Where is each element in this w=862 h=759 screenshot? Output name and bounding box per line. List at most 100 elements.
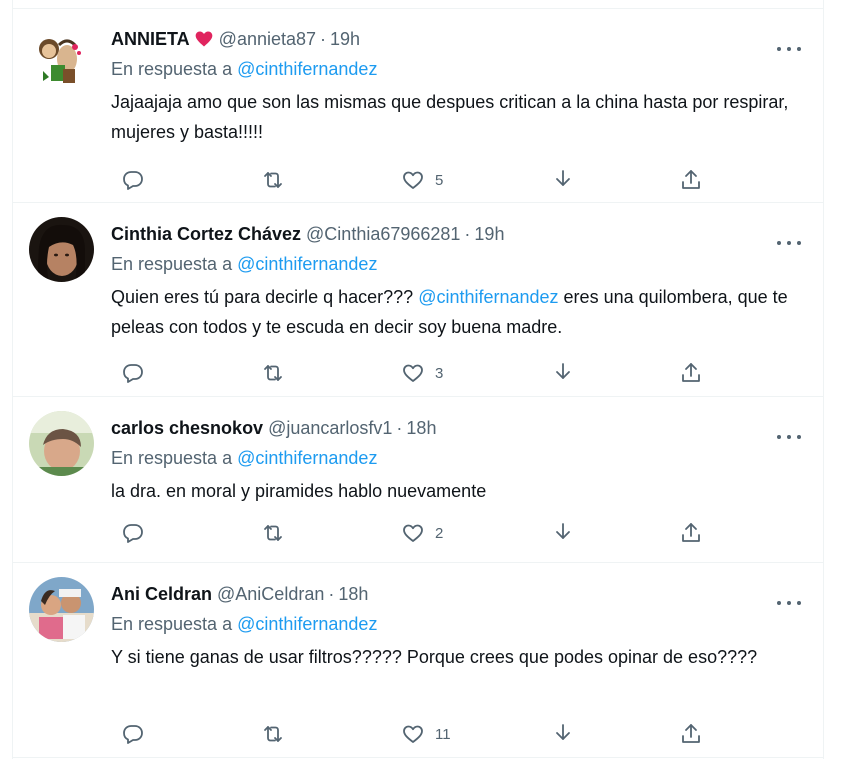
reply-context: En respuesta a @cinthifernandez (111, 252, 807, 276)
more-options-icon[interactable] (777, 233, 801, 253)
display-name[interactable]: Ani Celdran (111, 582, 212, 606)
timestamp[interactable]: 18h (406, 416, 436, 440)
download-button[interactable] (551, 518, 575, 548)
tweet-content: Cinthia Cortez Chávez @Cinthia67966281 ·… (111, 222, 807, 342)
user-handle[interactable]: @Cinthia67966281 (306, 222, 460, 246)
user-handle[interactable]: @juancarlosfv1 (268, 416, 392, 440)
heart-icon (403, 171, 423, 189)
share-button[interactable] (679, 518, 703, 548)
retweet-button[interactable] (261, 165, 285, 195)
reply-context: En respuesta a @cinthifernandez (111, 57, 807, 81)
display-name[interactable]: carlos chesnokov (111, 416, 263, 440)
avatar-image-photo (29, 577, 94, 642)
reply-tweet[interactable]: Cinthia Cortez Chávez @Cinthia67966281 ·… (13, 203, 823, 397)
reply-icon (123, 725, 143, 744)
avatar[interactable] (29, 411, 94, 476)
like-count: 2 (435, 524, 444, 542)
tweet-text: Jajaajaja amo que son las mismas que des… (111, 92, 789, 142)
reply-tweet[interactable]: carlos chesnokov @juancarlosfv1 · 18h En… (13, 397, 823, 563)
retweet-icon (264, 726, 282, 742)
reply-icon (123, 524, 143, 543)
share-button[interactable] (679, 358, 703, 388)
share-icon (682, 724, 700, 743)
share-icon (682, 363, 700, 382)
timestamp[interactable]: 19h (330, 27, 360, 51)
tweet-text: Quien eres tú para decirle q hacer??? @c… (111, 282, 807, 342)
display-name[interactable]: Cinthia Cortez Chávez (111, 222, 301, 246)
avatar[interactable] (29, 217, 94, 282)
share-button[interactable] (679, 165, 703, 195)
download-icon (556, 523, 570, 539)
more-options-icon[interactable] (777, 593, 801, 613)
reply-button[interactable] (121, 518, 145, 548)
reply-mention-link[interactable]: @cinthifernandez (237, 448, 377, 468)
more-options-icon[interactable] (777, 39, 801, 59)
red-heart-emoji-icon (194, 29, 214, 49)
tweet-header: ANNIETA @annieta87 · 19h (111, 27, 807, 51)
download-button[interactable] (551, 358, 575, 388)
reply-icon (123, 364, 143, 383)
tweet-content: Ani Celdran @AniCeldran · 18h En respues… (111, 582, 807, 672)
download-icon (556, 363, 570, 379)
like-count: 5 (435, 171, 444, 189)
timestamp[interactable]: 18h (338, 582, 368, 606)
user-handle[interactable]: @annieta87 (219, 27, 316, 51)
reply-mention-link[interactable]: @cinthifernandez (237, 614, 377, 634)
like-button[interactable]: 11 (401, 719, 451, 749)
display-name[interactable]: ANNIETA (111, 27, 190, 51)
separator-dot: · (328, 584, 335, 604)
timestamp[interactable]: 19h (474, 222, 504, 246)
download-button[interactable] (551, 719, 575, 749)
download-icon (556, 170, 570, 186)
like-button[interactable]: 5 (401, 165, 443, 195)
like-button[interactable]: 2 (401, 518, 443, 548)
reply-tweet[interactable]: ANNIETA @annieta87 · 19h En respuesta a … (13, 9, 823, 203)
tweet-actions: 2 (121, 518, 721, 548)
reply-prefix: En respuesta a (111, 59, 238, 79)
avatar-image-cartoon (29, 25, 94, 90)
retweet-icon (264, 525, 282, 541)
tweet-actions: 5 (121, 165, 721, 195)
separator-dot: · (320, 29, 327, 49)
avatar[interactable] (29, 25, 94, 90)
reply-mention-link[interactable]: @cinthifernandez (237, 59, 377, 79)
heart-icon (403, 725, 423, 743)
retweet-button[interactable] (261, 518, 285, 548)
reply-icon (123, 171, 143, 190)
retweet-button[interactable] (261, 358, 285, 388)
more-options-icon[interactable] (777, 427, 801, 447)
like-count: 11 (435, 725, 451, 743)
reply-prefix: En respuesta a (111, 614, 238, 634)
separator-dot: · (396, 418, 403, 438)
tweet-content: carlos chesnokov @juancarlosfv1 · 18h En… (111, 416, 807, 506)
reply-context: En respuesta a @cinthifernandez (111, 612, 807, 636)
user-handle[interactable]: @AniCeldran (217, 582, 324, 606)
retweet-icon (264, 365, 282, 381)
heart-icon (403, 364, 423, 382)
tweet-text: Y si tiene ganas de usar filtros????? Po… (111, 647, 758, 667)
tweet-actions: 11 (121, 719, 721, 749)
share-icon (682, 523, 700, 542)
tweet-text: la dra. en moral y piramides hablo nueva… (111, 481, 487, 501)
tweet-header: Cinthia Cortez Chávez @Cinthia67966281 ·… (111, 222, 807, 246)
like-button[interactable]: 3 (401, 358, 443, 388)
replies-feed: ANNIETA @annieta87 · 19h En respuesta a … (12, 0, 824, 759)
reply-context: En respuesta a @cinthifernandez (111, 446, 807, 470)
reply-button[interactable] (121, 165, 145, 195)
retweet-button[interactable] (261, 719, 285, 749)
heart-icon (403, 524, 423, 542)
share-icon (682, 170, 700, 189)
inline-mention-link[interactable]: @cinthifernandez (418, 287, 558, 307)
download-icon (556, 724, 570, 740)
reply-mention-link[interactable]: @cinthifernandez (237, 254, 377, 274)
like-count: 3 (435, 364, 444, 382)
download-button[interactable] (551, 165, 575, 195)
reply-tweet[interactable]: Ani Celdran @AniCeldran · 18h En respues… (13, 563, 823, 758)
share-button[interactable] (679, 719, 703, 749)
tweet-actions: 3 (121, 358, 721, 388)
reply-button[interactable] (121, 719, 145, 749)
reply-button[interactable] (121, 358, 145, 388)
tweet-content: ANNIETA @annieta87 · 19h En respuesta a … (111, 27, 807, 147)
avatar-image-photo (29, 411, 94, 476)
avatar[interactable] (29, 577, 94, 642)
